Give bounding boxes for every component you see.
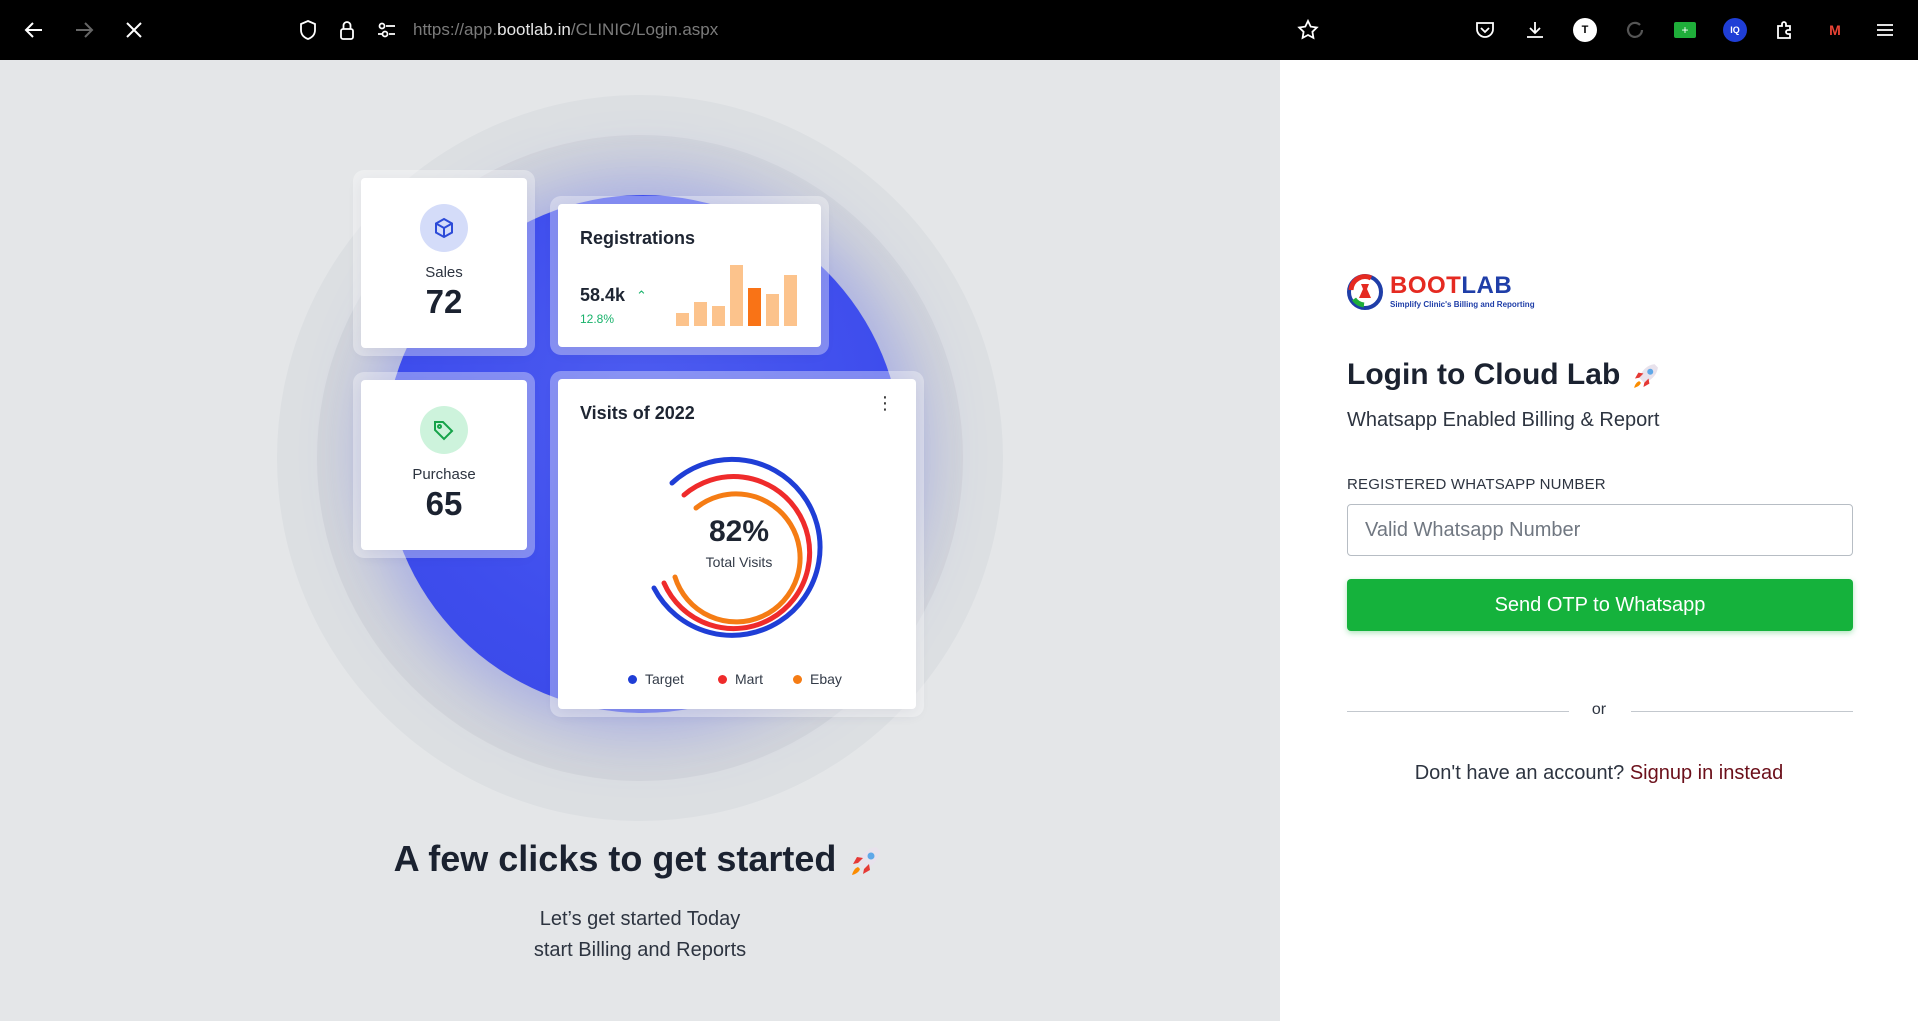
legend-dot-ebay	[793, 674, 802, 684]
sales-value: 72	[425, 283, 463, 320]
extension-green-icon[interactable]: +	[1667, 12, 1703, 48]
menu-hamburger-icon[interactable]	[1867, 12, 1903, 48]
visits-percent: 82%	[709, 515, 769, 548]
lock-icon[interactable]	[329, 12, 365, 48]
extensions-puzzle-icon[interactable]	[1767, 12, 1803, 48]
logo-tagline: Simplify Clinic's Billing and Reporting	[1390, 299, 1535, 309]
whatsapp-number-input[interactable]	[1347, 504, 1853, 556]
send-otp-button[interactable]: Send OTP to Whatsapp	[1347, 579, 1853, 631]
browser-toolbar: https://app.bootlab.in/CLINIC/Login.aspx…	[0, 0, 1918, 60]
trend-up-icon: ⌃	[636, 288, 647, 303]
visits-card: Visits of 2022 ⋮ 82% Total Visits Target…	[558, 379, 916, 709]
signup-prompt: Don't have an account? Signup in instead	[1280, 762, 1918, 785]
bootlab-logo-icon	[1347, 274, 1383, 310]
cube-icon	[420, 204, 468, 252]
extension-m-label: M	[1829, 22, 1841, 38]
registrations-bar	[676, 313, 689, 326]
visits-caption: Total Visits	[706, 554, 773, 570]
stop-loading-icon[interactable]	[116, 12, 152, 48]
registrations-bar	[766, 294, 779, 326]
purchase-card: Purchase 65	[361, 380, 527, 550]
back-icon[interactable]	[16, 12, 52, 48]
extension-iq-icon[interactable]: IQ	[1717, 12, 1753, 48]
rocket-icon	[852, 847, 881, 876]
legend-mart-label: Mart	[735, 671, 763, 687]
registrations-card: Registrations 58.4k ⌃ 12.8%	[558, 204, 821, 347]
mart-arc	[661, 474, 813, 632]
shield-icon[interactable]	[290, 12, 326, 48]
pocket-icon[interactable]	[1467, 12, 1503, 48]
legend-mart: Mart	[718, 671, 763, 687]
visits-radial-chart: 82% Total Visits	[651, 456, 823, 638]
whatsapp-number-label: REGISTERED WHATSAPP NUMBER	[1347, 476, 1606, 493]
login-subtitle: Whatsapp Enabled Billing & Report	[1347, 409, 1660, 431]
registrations-bar	[712, 306, 725, 326]
signup-link[interactable]: Signup in instead	[1630, 762, 1783, 784]
legend-dot-mart	[718, 674, 727, 684]
purchase-label: Purchase	[412, 466, 476, 483]
legend-dot-target	[628, 674, 637, 684]
hero-subtitle-line1: Let’s get started Today	[539, 908, 741, 930]
divider-right	[1631, 711, 1853, 712]
registrations-bar	[784, 275, 797, 326]
hero-title: A few clicks to get started	[0, 838, 1280, 881]
download-icon[interactable]	[1517, 12, 1553, 48]
registrations-value: 58.4k	[580, 285, 626, 305]
legend-ebay: Ebay	[793, 671, 842, 687]
legend-target: Target	[628, 671, 684, 687]
registrations-bar	[748, 288, 761, 326]
illustration-panel: Sales 72 Purchase 65 Registrations 58.4k…	[0, 60, 1280, 1021]
extension-iq-label: IQ	[1723, 18, 1747, 42]
address-bar[interactable]: https://app.bootlab.in/CLINIC/Login.aspx	[290, 6, 1330, 54]
url-text[interactable]: https://app.bootlab.in/CLINIC/Login.aspx	[413, 6, 718, 54]
divider-or-text: or	[1591, 701, 1607, 718]
hero-subtitle: Let’s get started Today start Billing an…	[0, 904, 1280, 966]
signup-prompt-text: Don't have an account?	[1414, 762, 1625, 784]
registrations-bar	[730, 265, 743, 326]
extension-refresh-icon[interactable]	[1617, 12, 1653, 48]
extension-t-label: T	[1573, 18, 1597, 42]
purchase-value: 65	[425, 485, 463, 522]
tag-icon	[420, 406, 468, 454]
extension-gmail-icon[interactable]: M	[1817, 12, 1853, 48]
green-plus-icon: +	[1674, 22, 1696, 38]
hero-subtitle-line2: start Billing and Reports	[533, 939, 747, 961]
visits-title: Visits of 2022	[580, 403, 695, 423]
hero-title-text: A few clicks to get started	[393, 838, 837, 879]
extension-t-icon[interactable]: T	[1567, 12, 1603, 48]
registrations-title: Registrations	[580, 228, 696, 248]
logo-wordmark: BOOTLAB	[1390, 271, 1513, 299]
site-permissions-icon[interactable]	[369, 12, 405, 48]
more-options-icon[interactable]: ⋮	[876, 394, 894, 412]
login-title: Login to Cloud Lab	[1347, 358, 1663, 393]
legend-ebay-label: Ebay	[810, 671, 842, 687]
sales-label: Sales	[425, 264, 463, 281]
registrations-bar	[694, 302, 707, 326]
forward-icon[interactable]	[66, 12, 102, 48]
registrations-bar-chart	[676, 265, 797, 326]
login-title-text: Login to Cloud Lab	[1347, 358, 1621, 391]
registrations-change: 12.8%	[580, 312, 615, 326]
sales-card: Sales 72	[361, 178, 527, 348]
bookmark-star-icon[interactable]	[1290, 12, 1326, 48]
login-panel: BOOTLAB Simplify Clinic's Billing and Re…	[1280, 60, 1918, 1021]
rocket-icon	[1633, 364, 1658, 388]
legend-target-label: Target	[645, 671, 684, 687]
bootlab-logo: BOOTLAB Simplify Clinic's Billing and Re…	[1346, 272, 1535, 310]
